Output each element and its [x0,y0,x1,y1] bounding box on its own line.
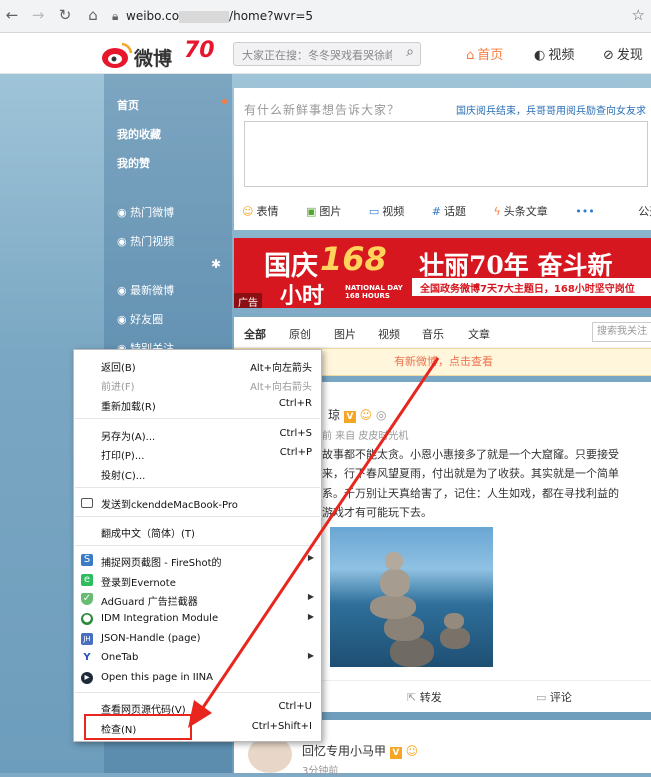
arrow-head-icon [188,700,212,728]
arrow-line [198,357,440,713]
annotation-arrow [188,357,440,728]
